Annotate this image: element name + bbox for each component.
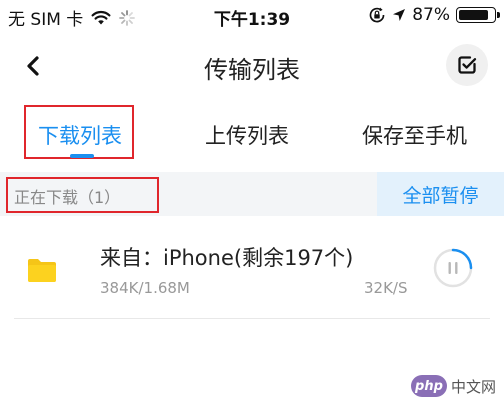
download-list-item[interactable]: 来自：iPhone(剩余197个) 384K/1.68M 32K/S <box>0 222 504 319</box>
orientation-lock-icon <box>369 7 385 23</box>
download-item-size: 384K/1.68M <box>100 279 190 297</box>
page-title: 传输列表 <box>204 56 300 84</box>
watermark-text: 中文网 <box>450 377 496 396</box>
battery-icon <box>456 7 500 23</box>
progress-pause-button[interactable] <box>432 247 474 289</box>
downloading-section-header: 正在下载（1） 全部暂停 <box>0 172 504 216</box>
transfer-list-screen: 无 SIM 卡 下午1:39 87% 传输列表 下载列表 上传列表 保存至手机 … <box>0 0 504 403</box>
location-arrow-icon <box>393 9 406 21</box>
active-tab-indicator <box>70 154 94 158</box>
battery-level-fill <box>459 10 488 20</box>
tab-save-to-phone[interactable]: 保存至手机 <box>362 120 467 150</box>
tab-download-list[interactable]: 下载列表 <box>38 120 122 150</box>
nav-bar: 传输列表 <box>0 36 504 96</box>
edit-select-button[interactable] <box>446 44 488 86</box>
tab-upload-list[interactable]: 上传列表 <box>205 120 289 150</box>
folder-icon <box>28 259 56 282</box>
pause-icon <box>448 262 458 274</box>
battery-percent: 87% <box>412 5 450 25</box>
checkbox-edit-icon <box>458 56 477 74</box>
status-bar: 无 SIM 卡 下午1:39 87% <box>0 0 504 30</box>
watermark: php 中文网 <box>410 375 496 397</box>
list-divider <box>14 318 490 319</box>
download-item-title: 来自：iPhone(剩余197个) <box>100 246 354 270</box>
transfer-tabs: 下载列表 上传列表 保存至手机 <box>0 100 504 170</box>
status-bar-right: 87% <box>368 5 500 25</box>
pause-all-button[interactable]: 全部暂停 <box>377 172 504 216</box>
section-title: 正在下载（1） <box>14 188 121 207</box>
download-item-speed: 32K/S <box>364 279 408 297</box>
watermark-logo: php <box>410 375 447 397</box>
